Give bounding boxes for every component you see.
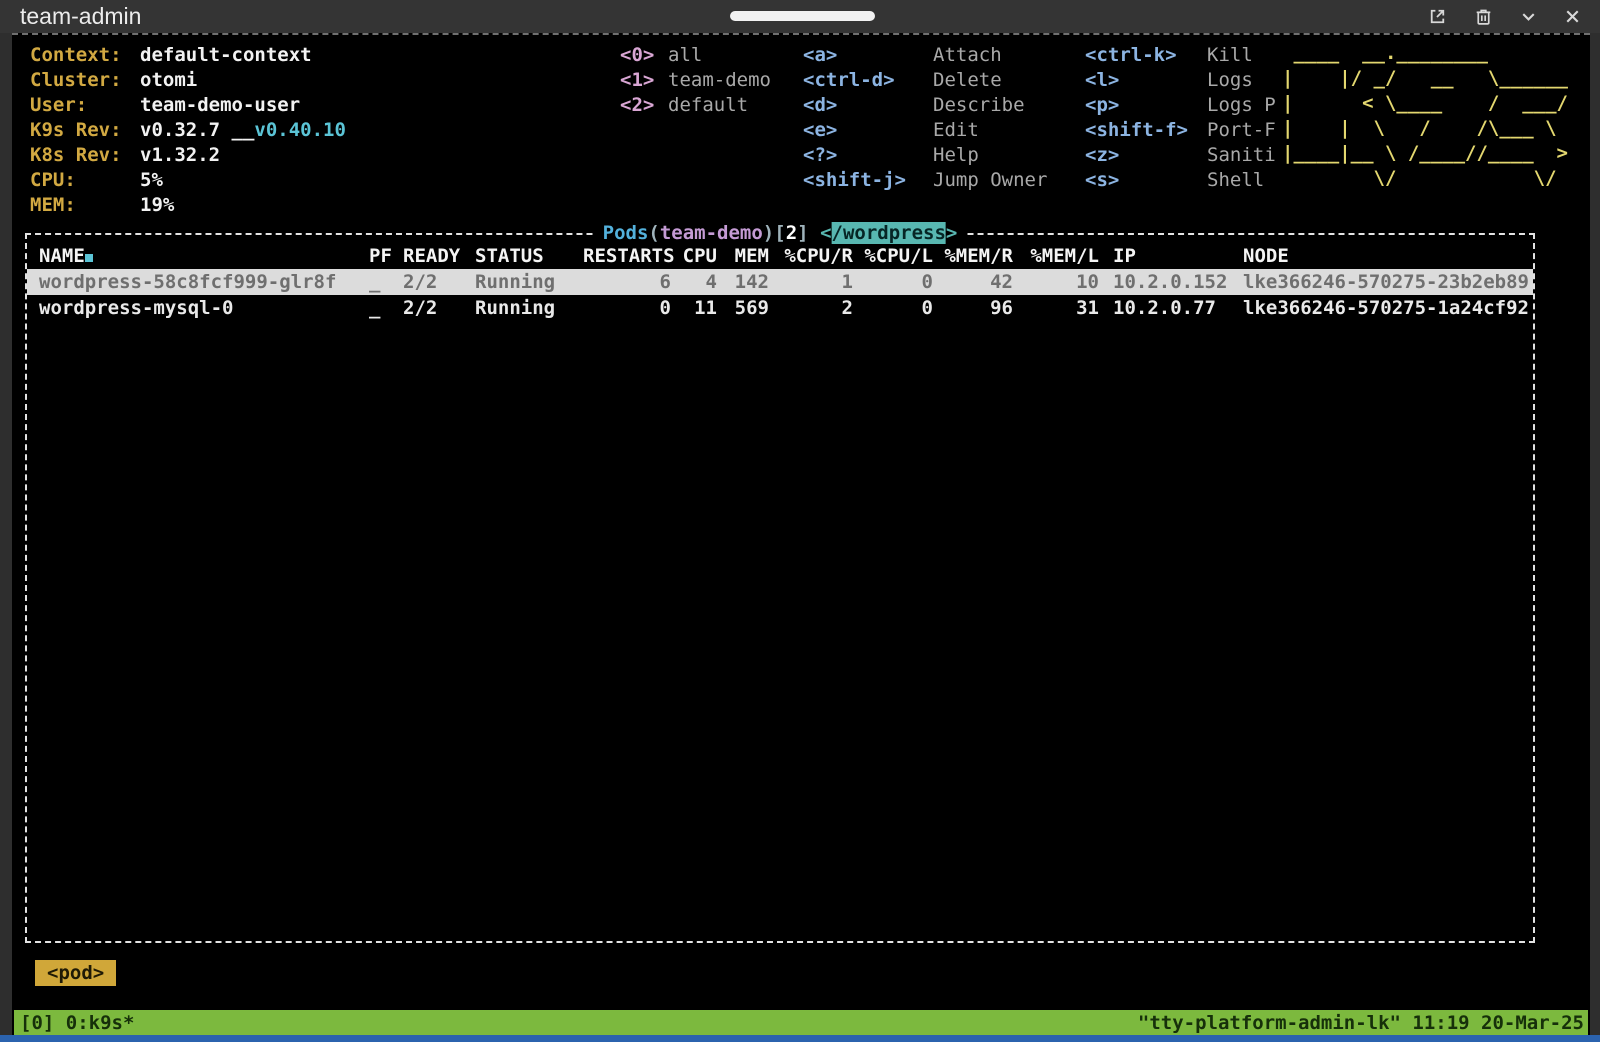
cmd-attach: <a>Attach bbox=[803, 43, 1002, 68]
col-cpu-l[interactable]: %CPU/L bbox=[853, 243, 933, 269]
cell-node: lke366246-570275-1a24cf92 bbox=[1229, 295, 1533, 321]
cell-name: wordpress-mysql-0 bbox=[39, 295, 369, 321]
pods-panel: Pods(team-demo)[2] </wordpress> NAME_ PF… bbox=[25, 233, 1535, 943]
cell-pf: _ bbox=[369, 269, 403, 295]
cell-mem: 569 bbox=[717, 295, 769, 321]
pod-count: 2 bbox=[786, 222, 797, 244]
cell-node: lke366246-570275-23b2eb89 bbox=[1229, 269, 1533, 295]
cell-mem-l: 10 bbox=[1013, 269, 1099, 295]
cell-cpu-r: 2 bbox=[769, 295, 853, 321]
ns-menu-item-team-demo[interactable]: <1>team-demo bbox=[620, 68, 771, 93]
close-icon[interactable] bbox=[1563, 7, 1582, 26]
cmd-help: <?>Help bbox=[803, 143, 979, 168]
cmd-delete: <ctrl-d>Delete bbox=[803, 68, 1002, 93]
sort-indicator: _ bbox=[85, 254, 93, 262]
col-ip[interactable]: IP bbox=[1099, 243, 1229, 269]
cell-cpu: 11 bbox=[671, 295, 717, 321]
col-cpu-r[interactable]: %CPU/R bbox=[769, 243, 853, 269]
cell-name: wordpress-58c8fcf999-glr8f bbox=[39, 269, 369, 295]
cell-ip: 10.2.0.77 bbox=[1099, 295, 1229, 321]
cell-cpu-l: 0 bbox=[853, 295, 933, 321]
filter-text: /wordpress bbox=[832, 222, 946, 244]
table-row[interactable]: wordpress-58c8fcf999-glr8f _ 2/2 Running… bbox=[27, 269, 1533, 295]
col-cpu[interactable]: CPU bbox=[671, 243, 717, 269]
trash-icon[interactable] bbox=[1473, 6, 1494, 27]
info-mem: MEM:19% bbox=[30, 193, 174, 218]
cell-cpu-r: 1 bbox=[769, 269, 853, 295]
cmd-shell: <s>Shell bbox=[1085, 168, 1264, 193]
tmux-statusbar: [0] 0:k9s* "tty-platform-admin-lk" 11:19… bbox=[14, 1010, 1588, 1037]
cell-mem: 142 bbox=[717, 269, 769, 295]
col-node[interactable]: NODE bbox=[1229, 243, 1533, 269]
cmd-logs: <l>Logs bbox=[1085, 68, 1253, 93]
info-context: Context:default-context bbox=[30, 43, 312, 68]
col-mem-l[interactable]: %MEM/L bbox=[1013, 243, 1099, 269]
terminal: Context:default-context Cluster:otomi Us… bbox=[12, 33, 1590, 1035]
cell-status: Running bbox=[475, 269, 583, 295]
cmd-sanitize: <z>Saniti bbox=[1085, 143, 1276, 168]
cell-ready: 2/2 bbox=[403, 295, 475, 321]
cell-mem-r: 42 bbox=[933, 269, 1013, 295]
cell-mem-r: 96 bbox=[933, 295, 1013, 321]
col-ready[interactable]: READY bbox=[403, 243, 475, 269]
cell-restarts: 6 bbox=[583, 269, 671, 295]
info-cpu: CPU:5% bbox=[30, 168, 163, 193]
cmd-jump-owner: <shift-j>Jump Owner bbox=[803, 168, 1047, 193]
tmux-window-item[interactable]: [0] 0:k9s* bbox=[14, 1010, 134, 1037]
cell-ready: 2/2 bbox=[403, 269, 475, 295]
breadcrumb-pod[interactable]: <pod> bbox=[35, 960, 116, 986]
ns-menu-item-all[interactable]: <0>all bbox=[620, 43, 702, 68]
col-name[interactable]: NAME_ bbox=[39, 243, 369, 269]
cmd-kill: <ctrl-k>Kill bbox=[1085, 43, 1253, 68]
col-mem-r[interactable]: %MEM/R bbox=[933, 243, 1013, 269]
cell-pf: _ bbox=[369, 295, 403, 321]
cmd-logs-previous: <p>Logs P bbox=[1085, 93, 1276, 118]
cell-restarts: 0 bbox=[583, 295, 671, 321]
col-status[interactable]: STATUS bbox=[475, 243, 583, 269]
info-cluster: Cluster:otomi bbox=[30, 68, 197, 93]
cell-ip: 10.2.0.152 bbox=[1099, 269, 1229, 295]
cmd-edit: <e>Edit bbox=[803, 118, 979, 143]
k9s-logo: ____ __.________ | |/ _/ __ \______ | < … bbox=[1282, 41, 1568, 191]
window-drag-handle[interactable] bbox=[730, 11, 875, 21]
table-row[interactable]: wordpress-mysql-0 _ 2/2 Running 0 11 569… bbox=[27, 295, 1533, 321]
namespace-name: team-demo bbox=[660, 222, 763, 244]
cell-cpu-l: 0 bbox=[853, 269, 933, 295]
window-title: team-admin bbox=[20, 3, 141, 30]
cell-status: Running bbox=[475, 295, 583, 321]
col-pf[interactable]: PF bbox=[369, 243, 403, 269]
info-k8s-rev: K8s Rev:v1.32.2 bbox=[30, 143, 220, 168]
ns-menu-item-default[interactable]: <2>default bbox=[620, 93, 748, 118]
col-restarts[interactable]: RESTARTS bbox=[583, 243, 671, 269]
tmux-session-info: "tty-platform-admin-lk" 11:19 20-Mar-25 bbox=[1138, 1010, 1588, 1037]
cmd-describe: <d>Describe bbox=[803, 93, 1025, 118]
chevron-down-icon[interactable] bbox=[1519, 7, 1538, 26]
cell-cpu: 4 bbox=[671, 269, 717, 295]
info-user: User:team-demo-user bbox=[30, 93, 300, 118]
bottom-strip bbox=[0, 1035, 1600, 1042]
open-new-window-icon[interactable] bbox=[1427, 6, 1448, 27]
cell-mem-l: 31 bbox=[1013, 295, 1099, 321]
col-mem[interactable]: MEM bbox=[717, 243, 769, 269]
cmd-port-forward: <shift-f>Port-F bbox=[1085, 118, 1276, 143]
info-k9s-rev: K9s Rev:v0.32.7 __v0.40.10 bbox=[30, 118, 346, 143]
resource-name: Pods bbox=[603, 222, 649, 244]
table-header-row: NAME_ PF READY STATUS RESTARTS CPU MEM %… bbox=[27, 243, 1533, 269]
window-titlebar: team-admin bbox=[0, 0, 1600, 33]
